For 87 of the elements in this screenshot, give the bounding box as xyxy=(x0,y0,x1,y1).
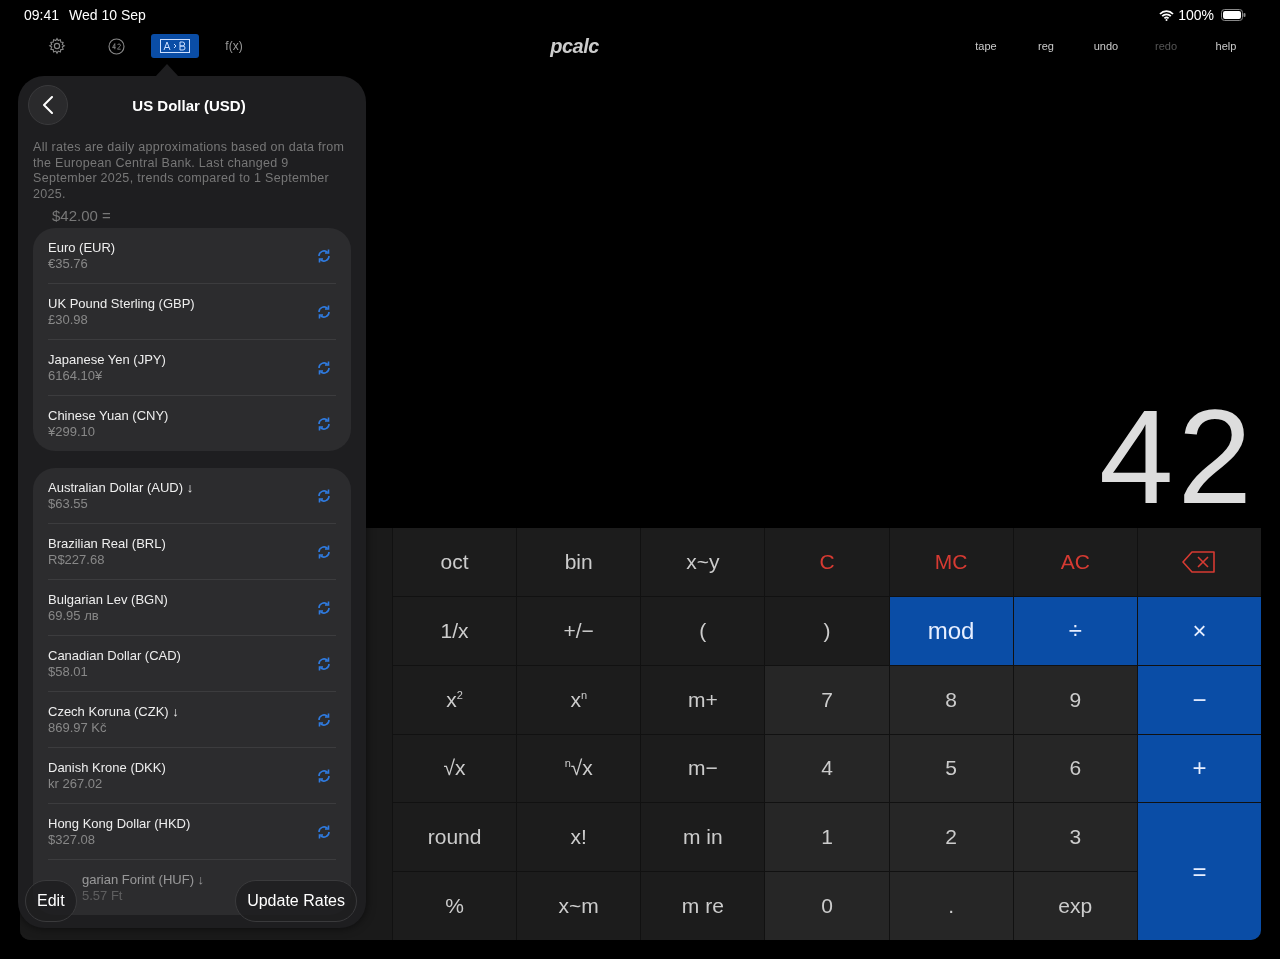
currency-name: Canadian Dollar (CAD) xyxy=(48,648,181,663)
currency-row[interactable]: Japanese Yen (JPY) 6164.10¥ xyxy=(48,339,336,395)
calculator-key[interactable]: 7 xyxy=(765,665,889,734)
back-button[interactable] xyxy=(28,85,68,125)
currency-row[interactable]: Australian Dollar (AUD) ↓ $63.55 xyxy=(48,468,336,523)
conversion-tab[interactable] xyxy=(151,34,199,58)
calculator-key[interactable]: + xyxy=(1137,734,1261,803)
currency-row[interactable]: Hong Kong Dollar (HKD) $327.08 xyxy=(48,803,336,859)
refresh-icon xyxy=(317,303,331,320)
calculator-key[interactable]: exp xyxy=(1013,872,1137,940)
currency-row[interactable]: Euro (EUR) €35.76 xyxy=(48,228,336,283)
edit-button[interactable]: Edit xyxy=(25,880,77,922)
calculator-key[interactable]: 4 xyxy=(765,734,889,803)
refresh-icon xyxy=(317,487,331,504)
backspace-icon xyxy=(1182,550,1217,573)
calculator-key[interactable]: 2 xyxy=(889,803,1013,872)
base-amount: $42.00 = xyxy=(52,207,112,224)
refresh-icon xyxy=(317,247,331,264)
conversion-icon xyxy=(160,39,190,53)
wifi-icon xyxy=(1159,9,1175,21)
refresh-icon xyxy=(317,543,331,560)
toolbar-button[interactable]: undo xyxy=(1076,40,1136,52)
currency-value: 6164.10¥ xyxy=(48,368,103,383)
calculator-key[interactable]: . xyxy=(889,872,1013,940)
result-display: 42 xyxy=(1098,390,1256,524)
currency-row[interactable]: Czech Koruna (CZK) ↓ 869.97 Kč xyxy=(48,691,336,747)
currency-value: $63.55 xyxy=(48,496,88,511)
refresh-icon xyxy=(317,415,331,432)
constant-circle-icon xyxy=(107,37,125,55)
currency-row[interactable]: Bulgarian Lev (BGN) 69.95 лв xyxy=(48,579,336,635)
refresh-icon xyxy=(317,711,331,728)
currency-name: Bulgarian Lev (BGN) xyxy=(48,592,168,607)
currency-name: Japanese Yen (JPY) xyxy=(48,352,166,367)
calculator-key[interactable]: 5 xyxy=(889,734,1013,803)
app-logo: pcalc xyxy=(549,34,600,58)
currency-value: ¥299.10 xyxy=(48,424,95,439)
status-date: Wed 10 Sep xyxy=(69,7,146,23)
currency-row[interactable]: Brazilian Real (BRL) R$227.68 xyxy=(48,523,336,579)
currency-name: Czech Koruna (CZK) ↓ xyxy=(48,704,179,719)
rates-note: All rates are daily approximations based on data from the European Central Bank. Last changed 9 September 2025, trends compared to 1 September 2025. xyxy=(33,140,346,202)
currency-name: Danish Krone (DKK) xyxy=(48,760,166,775)
calculator-key[interactable]: 3 xyxy=(1013,803,1137,872)
battery-icon xyxy=(1221,9,1246,21)
refresh-icon xyxy=(317,655,331,672)
settings-icon xyxy=(48,37,66,55)
refresh-icon xyxy=(317,359,331,376)
calculator-key[interactable]: 8 xyxy=(889,665,1013,734)
functions-tab[interactable]: f(x) xyxy=(210,34,258,58)
currency-name: Chinese Yuan (CNY) xyxy=(48,408,169,423)
currency-row[interactable]: Danish Krone (DKK) kr 267.02 xyxy=(48,747,336,803)
currency-value: $327.08 xyxy=(48,832,95,847)
currency-value: R$227.68 xyxy=(48,552,105,567)
toolbar-button[interactable]: reg xyxy=(1016,40,1076,52)
toolbar-button[interactable]: help xyxy=(1196,40,1256,52)
currency-row[interactable]: UK Pound Sterling (GBP) £30.98 xyxy=(48,283,336,339)
currency-row[interactable]: Chinese Yuan (CNY) ¥299.10 xyxy=(48,395,336,451)
battery-percent: 100% xyxy=(1178,7,1214,23)
currency-value: 69.95 лв xyxy=(48,608,99,623)
currency-name: Brazilian Real (BRL) xyxy=(48,536,166,551)
refresh-icon xyxy=(317,767,331,784)
currency-row[interactable]: Canadian Dollar (CAD) $58.01 xyxy=(48,635,336,691)
currency-name: Euro (EUR) xyxy=(48,240,116,255)
status-time: 09:41 xyxy=(24,7,60,23)
currency-value: 869.97 Kč xyxy=(48,720,107,735)
currency-name: Hong Kong Dollar (HKD) xyxy=(48,816,191,831)
currency-value: £30.98 xyxy=(48,312,88,327)
currency-name: Australian Dollar (AUD) ↓ xyxy=(48,480,194,495)
calculator-key[interactable]: 0 xyxy=(765,872,889,940)
refresh-icon xyxy=(317,823,331,840)
currency-name: UK Pound Sterling (GBP) xyxy=(48,296,195,311)
currency-name: garian Forint (HUF) ↓ xyxy=(82,872,205,887)
calculator-key[interactable]: 1 xyxy=(765,803,889,872)
currency-value: $58.01 xyxy=(48,664,88,679)
calculator-key[interactable]: = xyxy=(1137,803,1261,940)
update-rates-button[interactable]: Update Rates xyxy=(235,880,357,922)
calculator-key[interactable]: × xyxy=(1137,596,1261,665)
calculator-key[interactable]: 9 xyxy=(1013,665,1137,734)
toolbar-button[interactable]: tape xyxy=(956,40,1016,52)
popover-title: US Dollar (USD) xyxy=(131,96,247,114)
calculator-key[interactable]: 6 xyxy=(1013,734,1137,803)
calculator-key[interactable]: − xyxy=(1137,665,1261,734)
calculator-key[interactable]: mod xyxy=(889,596,1013,665)
refresh-icon xyxy=(317,599,331,616)
back-chevron-icon xyxy=(43,96,53,114)
calculator-key[interactable]: ÷ xyxy=(1013,596,1137,665)
currency-value: kr 267.02 xyxy=(48,776,103,791)
currency-value: €35.76 xyxy=(48,256,88,271)
